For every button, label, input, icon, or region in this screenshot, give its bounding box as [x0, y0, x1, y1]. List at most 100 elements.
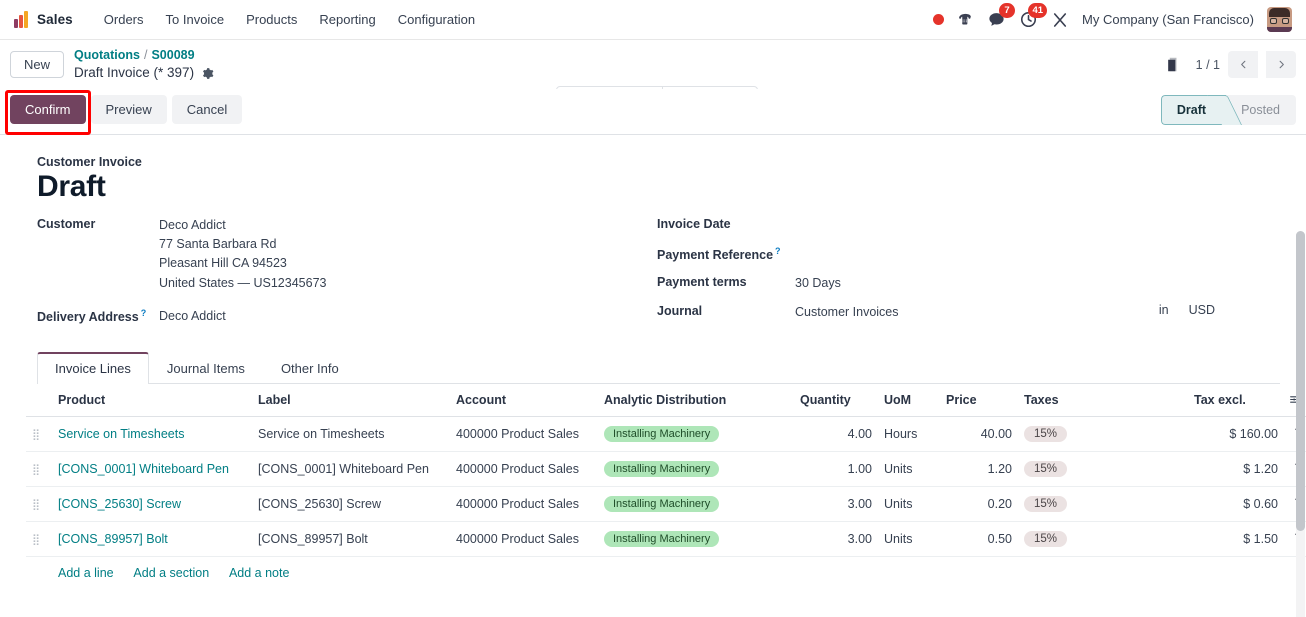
table-row[interactable]: ⣿ Service on Timesheets Service on Times…: [26, 416, 1306, 453]
odoo-app-window: Sales Orders To Invoice Products Reporti…: [0, 0, 1306, 617]
column-account[interactable]: Account: [450, 384, 598, 418]
cell-product[interactable]: [CONS_25630] Screw: [52, 486, 252, 523]
messages-icon[interactable]: 7: [987, 3, 1016, 29]
confirm-button[interactable]: Confirm: [10, 95, 86, 124]
menu-item-to-invoice[interactable]: To Invoice: [155, 7, 236, 32]
cell-label[interactable]: [CONS_89957] Bolt: [252, 521, 450, 558]
form-column-left: Customer Deco Addict 77 Santa Barbara Rd…: [37, 216, 657, 336]
cell-quantity[interactable]: 4.00: [794, 416, 878, 453]
cell-uom[interactable]: Units: [878, 486, 940, 523]
developer-tools-icon[interactable]: [1051, 11, 1069, 29]
product-link[interactable]: Service on Timesheets: [58, 427, 184, 441]
column-taxes[interactable]: Taxes: [1018, 384, 1188, 418]
app-name: Sales: [37, 12, 73, 27]
tab-journal-items[interactable]: Journal Items: [149, 352, 263, 384]
cell-account[interactable]: 400000 Product Sales: [450, 521, 598, 558]
product-link[interactable]: [CONS_0001] Whiteboard Pen: [58, 462, 229, 476]
pager-next-button[interactable]: [1266, 51, 1296, 79]
column-price[interactable]: Price: [940, 384, 1018, 418]
field-value-journal[interactable]: Customer Invoices: [795, 303, 899, 322]
row-drag-handle[interactable]: ⣿: [26, 451, 52, 488]
cell-total: $ 160.00: [1188, 416, 1284, 453]
payment-reference-label-text: Payment Reference: [657, 247, 774, 262]
menu-item-orders[interactable]: Orders: [93, 7, 155, 32]
cell-price[interactable]: 40.00: [940, 416, 1018, 453]
add-a-note-link[interactable]: Add a note: [229, 566, 289, 580]
form-fields: Customer Deco Addict 77 Santa Barbara Rd…: [37, 216, 1280, 336]
cell-uom[interactable]: Units: [878, 451, 940, 488]
breadcrumb-parent-link[interactable]: Quotations: [74, 48, 140, 62]
cell-label[interactable]: [CONS_25630] Screw: [252, 486, 450, 523]
column-analytic-distribution[interactable]: Analytic Distribution: [598, 384, 794, 418]
column-tax-excl[interactable]: Tax excl.: [1188, 384, 1301, 418]
tab-invoice-lines[interactable]: Invoice Lines: [37, 352, 149, 385]
menu-item-reporting[interactable]: Reporting: [308, 7, 386, 32]
product-link[interactable]: [CONS_25630] Screw: [58, 497, 181, 511]
form-sheet: Customer Invoice Draft Customer Deco Add…: [0, 134, 1306, 617]
cell-quantity[interactable]: 3.00: [794, 521, 878, 558]
column-quantity[interactable]: Quantity: [794, 384, 878, 418]
activities-badge: 41: [1028, 3, 1048, 18]
pager-previous-button[interactable]: [1228, 51, 1258, 79]
breadcrumb-child-link[interactable]: S00089: [151, 48, 194, 62]
cell-analytic[interactable]: Installing Machinery: [598, 416, 794, 453]
cell-uom[interactable]: Hours: [878, 416, 940, 453]
cancel-button[interactable]: Cancel: [171, 95, 243, 124]
help-tooltip-icon[interactable]: ?: [775, 246, 781, 256]
user-avatar[interactable]: [1267, 7, 1292, 32]
cell-product[interactable]: [CONS_0001] Whiteboard Pen: [52, 451, 252, 488]
vertical-scrollbar[interactable]: [1296, 230, 1305, 617]
cell-price[interactable]: 1.20: [940, 451, 1018, 488]
help-tooltip-icon[interactable]: ?: [141, 308, 147, 318]
scrollbar-thumb[interactable]: [1296, 230, 1305, 531]
add-a-line-link[interactable]: Add a line: [58, 566, 114, 580]
field-value-payment-terms[interactable]: 30 Days: [795, 274, 841, 293]
cell-label[interactable]: Service on Timesheets: [252, 416, 450, 453]
journal-currency[interactable]: USD: [1189, 303, 1215, 317]
row-drag-handle[interactable]: ⣿: [26, 486, 52, 523]
cell-taxes[interactable]: 15%: [1018, 521, 1188, 558]
table-row[interactable]: ⣿ [CONS_0001] Whiteboard Pen [CONS_0001]…: [26, 451, 1306, 488]
column-label[interactable]: Label: [252, 384, 450, 418]
row-drag-handle[interactable]: ⣿: [26, 521, 52, 558]
table-row[interactable]: ⣿ [CONS_89957] Bolt [CONS_89957] Bolt 40…: [26, 521, 1306, 558]
gear-icon[interactable]: [201, 67, 214, 80]
phone-icon[interactable]: [957, 11, 974, 28]
cell-product[interactable]: [CONS_89957] Bolt: [52, 521, 252, 558]
tab-other-info[interactable]: Other Info: [263, 352, 357, 384]
cell-quantity[interactable]: 1.00: [794, 451, 878, 488]
cell-taxes[interactable]: 15%: [1018, 451, 1188, 488]
notebook: Invoice Lines Journal Items Other Info P…: [26, 351, 1306, 589]
cell-taxes[interactable]: 15%: [1018, 486, 1188, 523]
cell-product[interactable]: Service on Timesheets: [52, 416, 252, 453]
field-value-customer[interactable]: Deco Addict 77 Santa Barbara Rd Pleasant…: [159, 216, 326, 294]
preview-button[interactable]: Preview: [90, 95, 167, 124]
attachments-icon[interactable]: [1165, 55, 1184, 74]
cell-label[interactable]: [CONS_0001] Whiteboard Pen: [252, 451, 450, 488]
add-a-section-link[interactable]: Add a section: [133, 566, 209, 580]
product-link[interactable]: [CONS_89957] Bolt: [58, 532, 168, 546]
status-draft[interactable]: Draft: [1160, 94, 1227, 125]
field-value-delivery-address[interactable]: Deco Addict: [159, 307, 226, 326]
app-brand[interactable]: Sales: [8, 11, 79, 28]
new-record-button[interactable]: New: [10, 51, 65, 79]
cell-account[interactable]: 400000 Product Sales: [450, 451, 598, 488]
column-uom[interactable]: UoM: [878, 384, 940, 418]
activities-clock-icon[interactable]: 41: [1019, 3, 1048, 29]
column-product[interactable]: Product: [52, 384, 252, 418]
cell-analytic[interactable]: Installing Machinery: [598, 486, 794, 523]
cell-analytic[interactable]: Installing Machinery: [598, 521, 794, 558]
cell-taxes[interactable]: 15%: [1018, 416, 1188, 453]
cell-price[interactable]: 0.50: [940, 521, 1018, 558]
menu-item-products[interactable]: Products: [235, 7, 308, 32]
menu-item-configuration[interactable]: Configuration: [387, 7, 486, 32]
cell-price[interactable]: 0.20: [940, 486, 1018, 523]
row-drag-handle[interactable]: ⣿: [26, 416, 52, 453]
table-row[interactable]: ⣿ [CONS_25630] Screw [CONS_25630] Screw …: [26, 486, 1306, 523]
company-switcher[interactable]: My Company (San Francisco): [1082, 12, 1254, 27]
cell-account[interactable]: 400000 Product Sales: [450, 416, 598, 453]
cell-uom[interactable]: Units: [878, 521, 940, 558]
cell-account[interactable]: 400000 Product Sales: [450, 486, 598, 523]
cell-quantity[interactable]: 3.00: [794, 486, 878, 523]
cell-analytic[interactable]: Installing Machinery: [598, 451, 794, 488]
